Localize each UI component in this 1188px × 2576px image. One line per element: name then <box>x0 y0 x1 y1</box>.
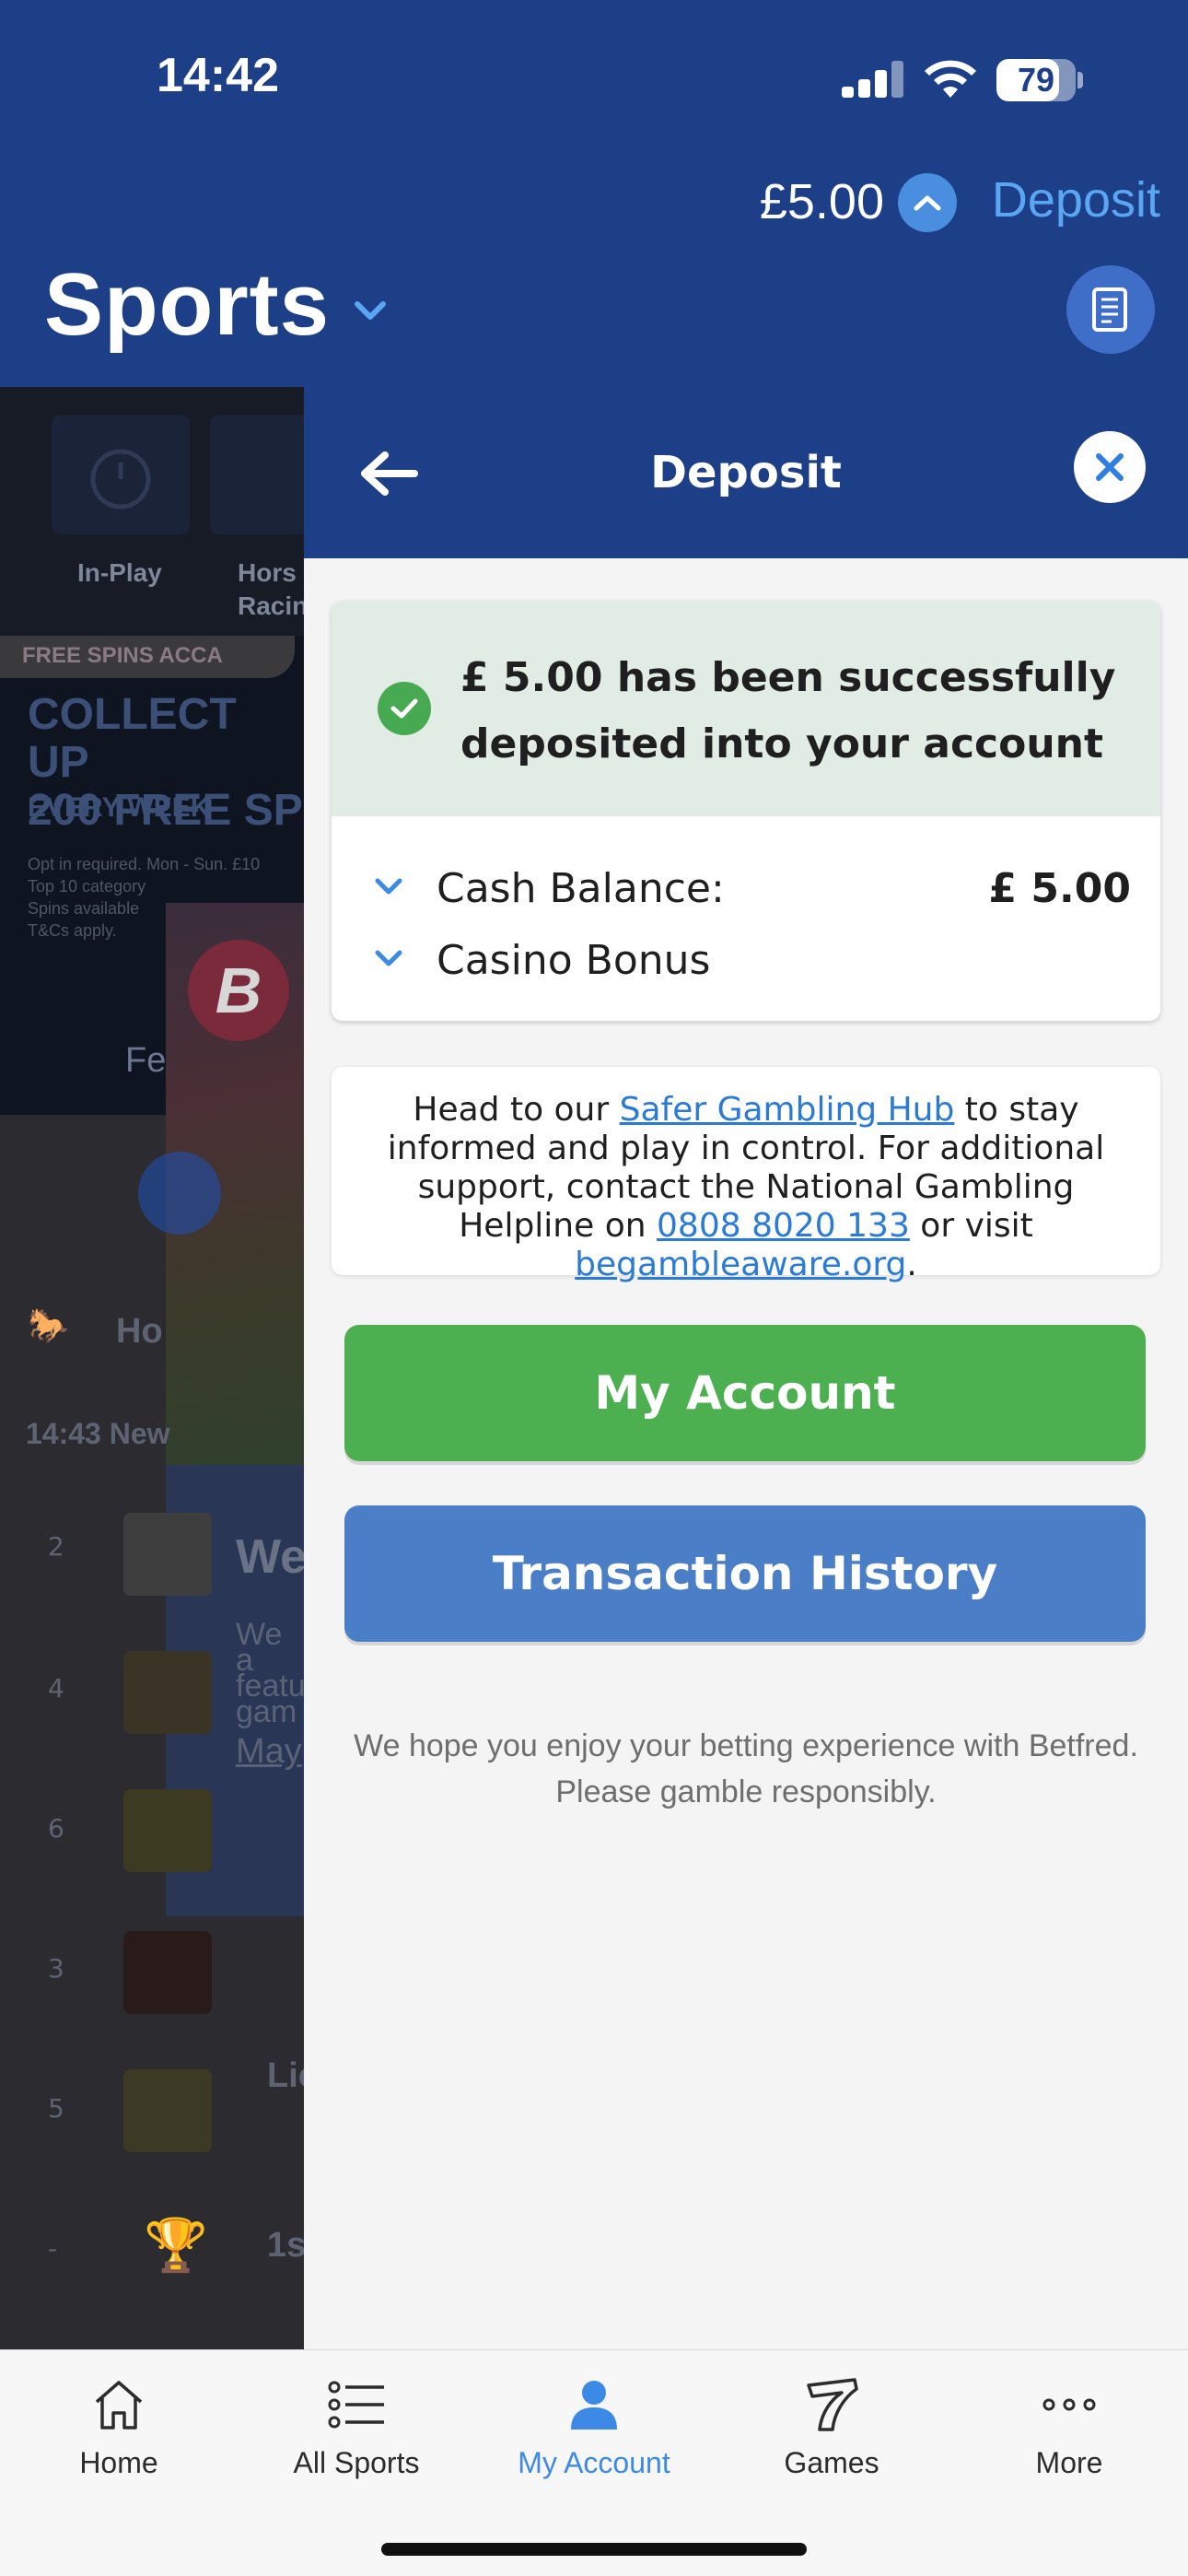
slot-seven-icon <box>799 2372 864 2437</box>
runner-number: 5 <box>48 2093 64 2124</box>
tab-all-sports[interactable]: All Sports <box>238 2372 475 2501</box>
betslip-button[interactable] <box>1066 265 1155 354</box>
more-dots-icon <box>1037 2372 1101 2437</box>
nav-label-inplay: In-Play <box>77 558 162 587</box>
race-row-label: 14:43 New <box>26 1417 170 1450</box>
balance-amount[interactable]: £5.00 <box>760 173 884 230</box>
runner-silk <box>123 1931 212 2014</box>
info-text: or visit <box>909 1207 1033 1245</box>
casino-bonus-row[interactable]: Casino Bonus <box>367 932 1131 988</box>
status-time: 14:42 <box>157 49 279 102</box>
tab-my-account[interactable]: My Account <box>475 2372 713 2501</box>
promo-subline: EVERY WEEK <box>28 792 211 823</box>
begambleaware-link[interactable]: begambleaware.org <box>575 1246 906 1283</box>
info-text: Head to our <box>413 1091 620 1129</box>
popup-link: May <box>236 1732 302 1771</box>
deposit-drawer: Deposit £ 5.00 has been successfully dep… <box>304 387 1188 2349</box>
helpline-phone-link[interactable]: 0808 8020 133 <box>657 1207 910 1245</box>
tab-label: My Account <box>518 2446 670 2479</box>
runner-name: 1s <box>267 2226 304 2265</box>
back-button[interactable] <box>355 444 422 503</box>
stopwatch-icon <box>90 449 151 509</box>
drawer-title: Deposit <box>650 447 842 498</box>
runner-silk <box>123 2069 212 2152</box>
safer-gambling-info: Head to our Safer Gambling Hub to stay i… <box>332 1067 1160 1283</box>
runner-silk <box>123 1789 212 1872</box>
background-sport-nav: In-Play Hors Racin <box>0 387 304 636</box>
tab-label: Home <box>79 2446 158 2479</box>
arrow-left-icon <box>361 451 418 496</box>
transaction-history-button[interactable]: Transaction History <box>344 1505 1146 1642</box>
runner-number: - <box>48 2233 58 2264</box>
check-circle-icon <box>378 682 431 735</box>
my-account-button[interactable]: My Account <box>344 1325 1146 1461</box>
balance-toggle-button[interactable] <box>898 173 957 232</box>
casino-bonus-label: Casino Bonus <box>437 936 711 984</box>
deposit-success-card: £ 5.00 has been successfully deposited i… <box>332 601 1160 1021</box>
close-button[interactable] <box>1074 431 1146 503</box>
brand-logo: B <box>188 940 289 1041</box>
runner-number: 3 <box>48 1953 64 1984</box>
battery-icon: 79 <box>996 59 1083 101</box>
home-icon <box>87 2372 151 2437</box>
drawer-header: Deposit <box>304 387 1188 558</box>
runner-number: 6 <box>48 1813 64 1844</box>
cash-balance-row[interactable]: Cash Balance: £ 5.00 <box>367 861 1131 916</box>
home-indicator[interactable] <box>381 2543 807 2556</box>
horse-racing-tile <box>210 415 304 534</box>
success-message: £ 5.00 has been successfully deposited i… <box>460 654 1116 767</box>
section-title[interactable]: Sports <box>44 254 330 356</box>
tab-home[interactable]: Home <box>0 2372 238 2501</box>
responsible-gambling-note: We hope you enjoy your betting experienc… <box>354 1728 1138 1809</box>
horse-racing-icon: 🐎 <box>28 1306 69 1344</box>
background-page-overlay[interactable]: In-Play Hors Racin FREE SPINS ACCA COLLE… <box>0 387 304 2349</box>
cellular-signal-icon <box>842 61 904 98</box>
nav-label-horse: Hors <box>238 558 297 587</box>
trophy-icon: 🏆 <box>144 2216 208 2276</box>
wifi-icon <box>925 60 976 98</box>
section-row-label: Ho <box>116 1312 163 1351</box>
tab-label: Games <box>784 2446 879 2479</box>
safer-gambling-hub-link[interactable]: Safer Gambling Hub <box>620 1091 955 1129</box>
deposit-header-link[interactable]: Deposit <box>992 171 1160 228</box>
chevron-up-icon <box>914 195 941 211</box>
cash-balance-value: £ 5.00 <box>988 864 1132 912</box>
tab-label: More <box>1035 2446 1103 2479</box>
popup-text: We a featu gam <box>236 1617 304 1729</box>
tab-label: All Sports <box>293 2446 420 2479</box>
cash-balance-label: Cash Balance: <box>437 864 725 912</box>
runner-number: 4 <box>48 1673 64 1704</box>
chevron-down-icon <box>375 878 402 895</box>
chevron-down-icon <box>375 950 402 966</box>
runner-silk <box>123 1651 212 1734</box>
runner-name: Lic <box>267 2056 304 2095</box>
list-icon <box>324 2372 389 2437</box>
tab-more[interactable]: More <box>950 2372 1188 2501</box>
popup-heading: We <box>236 1530 304 1584</box>
runner-number: 2 <box>48 1531 64 1562</box>
background-circle <box>138 1152 221 1235</box>
inplay-tile <box>52 415 190 534</box>
close-icon <box>1096 453 1124 481</box>
receipt-icon <box>1092 287 1127 332</box>
runner-silk <box>123 1513 212 1596</box>
battery-level: 79 <box>1017 61 1055 99</box>
app-header: 14:42 79 £5.00 Deposit Sports <box>0 0 1188 385</box>
info-text: . <box>906 1246 917 1283</box>
person-icon <box>562 2372 626 2437</box>
nav-label-racing: Racin <box>238 591 304 620</box>
promo-cta: Fe <box>125 1041 167 1080</box>
success-banner: £ 5.00 has been successfully deposited i… <box>332 601 1160 816</box>
promo-tag: FREE SPINS ACCA <box>0 636 295 678</box>
chevron-down-icon[interactable] <box>348 293 392 330</box>
tab-games[interactable]: Games <box>713 2372 950 2501</box>
